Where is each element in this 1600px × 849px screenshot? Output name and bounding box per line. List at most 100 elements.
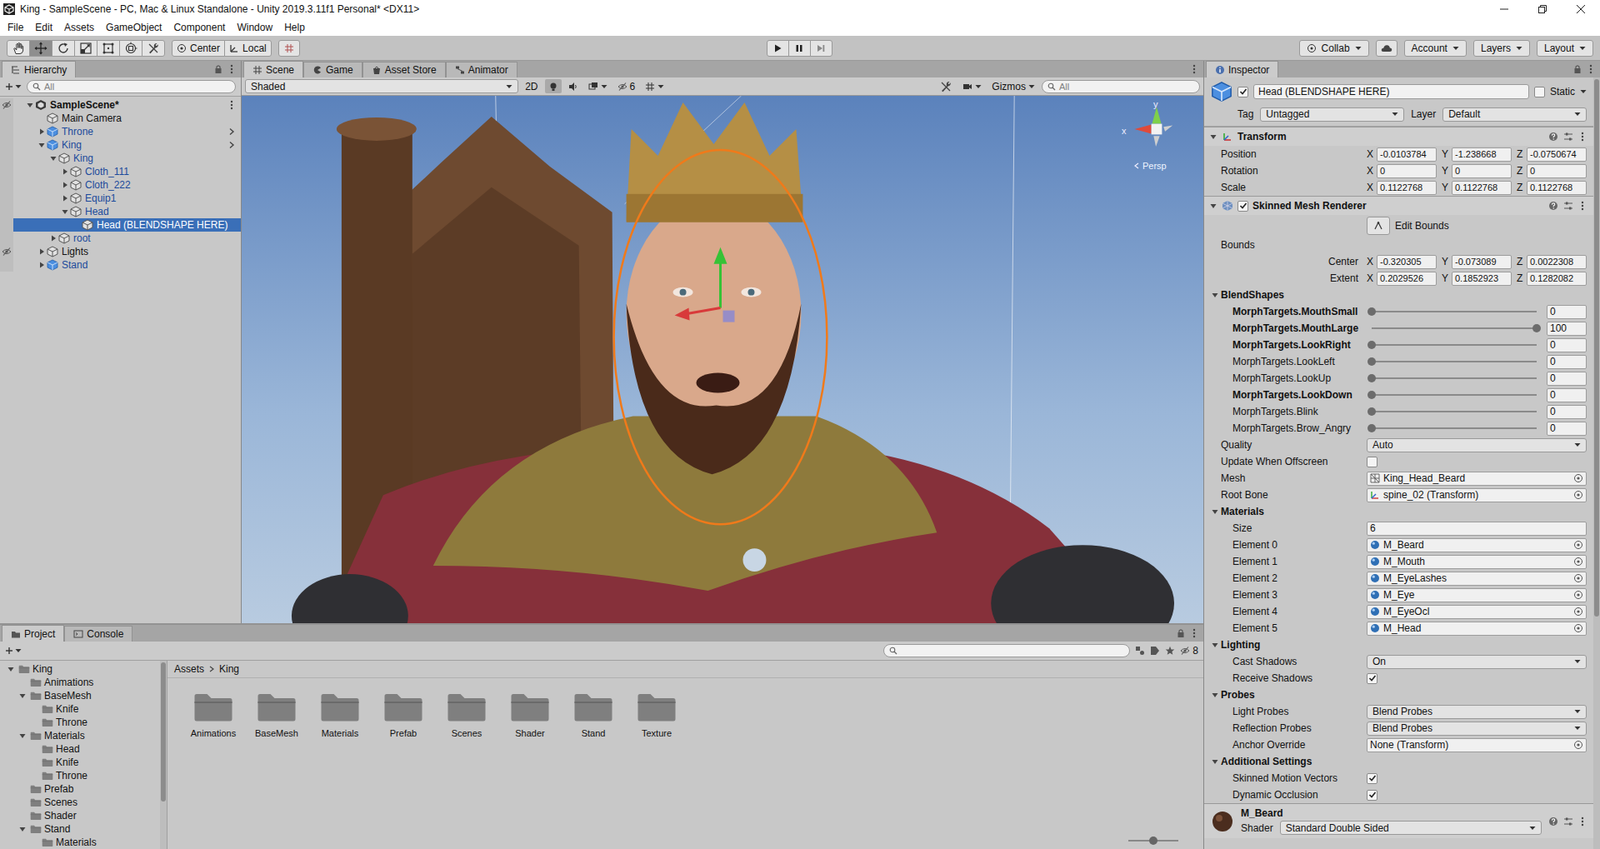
folder-asset[interactable]: Animations [185,690,241,739]
presets-icon[interactable] [1563,816,1574,827]
blendshape-slider[interactable] [1371,372,1537,385]
layer-dropdown[interactable]: Default [1442,107,1587,122]
expanded-arrow-icon[interactable] [49,154,58,163]
folder-asset[interactable]: Stand [565,690,621,739]
component-header[interactable]: Transform [1204,126,1594,146]
folder-tree-item[interactable]: Knife [0,702,160,716]
folder-asset[interactable]: Scenes [439,690,495,739]
visibility-toggle[interactable] [0,178,14,192]
restore-button[interactable] [1523,0,1562,19]
menu-icon[interactable] [1578,131,1587,142]
section-foldout[interactable]: Lighting [1204,636,1594,654]
slider-thumb[interactable] [1367,374,1376,383]
create-button[interactable] [5,645,22,656]
object-field[interactable]: None (Transform) [1366,738,1587,753]
camera-dropdown[interactable] [959,79,985,94]
visibility-toggle[interactable] [0,191,14,205]
hierarchy-item[interactable]: Throne [0,125,241,139]
hierarchy-item[interactable]: Cloth_222 [0,178,241,192]
folder-tree-item[interactable]: Throne [0,769,160,783]
object-field[interactable]: M_Beard [1366,538,1587,553]
menu-item[interactable]: Assets [58,21,100,34]
collapsed-arrow-icon[interactable] [60,194,70,203]
folder-asset[interactable]: BaseMesh [249,690,305,739]
shader-dropdown[interactable]: Standard Double Sided [1280,820,1542,835]
object-name-field[interactable]: Head (BLENDSHAPE HERE) [1253,84,1530,100]
number-field[interactable]: 0 [1546,355,1587,370]
menu-icon[interactable] [1578,200,1587,211]
collapsed-arrow-icon[interactable] [60,180,70,190]
expanded-arrow-icon[interactable] [1210,507,1220,516]
grid-dropdown[interactable] [641,79,668,94]
menu-item[interactable]: GameObject [100,21,168,34]
play-button[interactable] [766,40,790,57]
hidden-eye-icon[interactable] [1180,645,1190,656]
breadcrumb-item[interactable]: Assets [174,663,205,675]
folder-tree-item[interactable]: Prefab [0,782,160,796]
audio-toggle[interactable] [565,79,582,94]
expanded-arrow-icon[interactable] [1209,201,1218,210]
checkbox[interactable] [1366,773,1378,785]
layout-dropdown[interactable]: Layout [1536,40,1594,57]
orientation-gizmo[interactable]: y x Persp [1125,102,1189,183]
number-field[interactable]: 0.1122768 [1526,180,1587,195]
blendshape-slider[interactable] [1371,339,1537,351]
expanded-arrow-icon[interactable] [1210,640,1220,650]
object-picker-icon[interactable] [1573,490,1584,500]
tools-button[interactable] [935,79,956,94]
dropdown[interactable]: Blend Probes [1366,705,1587,720]
blendshape-slider[interactable] [1371,389,1537,401]
expanded-arrow-icon[interactable] [18,691,27,700]
project-panel-tab[interactable]: Console [64,625,133,642]
hierarchy-item[interactable]: root [0,231,241,245]
number-field[interactable]: 0 [1546,421,1587,436]
tool-button[interactable] [51,40,75,57]
menu-item[interactable]: Edit [29,21,59,34]
tool-button[interactable] [96,40,120,57]
folder-tree-item[interactable]: Materials [0,729,160,743]
favorite-icon[interactable] [1165,645,1175,656]
collapsed-arrow-icon[interactable] [37,260,46,270]
open-prefab-icon[interactable] [227,140,236,150]
project-search-field[interactable] [883,644,1130,658]
blendshape-slider[interactable] [1371,305,1537,318]
step-button[interactable] [810,40,833,57]
search-field[interactable]: All [26,80,236,94]
visibility-toggle[interactable] [0,258,14,272]
number-field[interactable]: 0 [1546,305,1587,320]
edit-bounds-button[interactable] [1366,216,1390,235]
help-icon[interactable] [1548,816,1559,827]
checkbox[interactable] [1534,86,1545,98]
expanded-arrow-icon[interactable] [1210,290,1220,300]
dropdown[interactable]: Blend Probes [1366,721,1587,736]
object-picker-icon[interactable] [1573,473,1584,484]
scrollbar-thumb[interactable] [160,662,166,802]
hidden-eye-icon[interactable] [617,81,628,92]
collapsed-arrow-icon[interactable] [37,247,46,256]
lock-icon[interactable] [214,64,223,75]
checkbox[interactable] [1366,673,1378,685]
hierarchy-item[interactable]: Head [0,205,241,219]
menu-icon[interactable] [227,64,236,75]
visibility-toggle[interactable] [0,231,14,245]
object-picker-icon[interactable] [1573,540,1584,550]
collapsed-arrow-icon[interactable] [60,167,70,176]
object-field[interactable]: M_Eye [1366,588,1587,603]
object-field[interactable]: King_Head_Beard [1366,471,1587,486]
scene-render[interactable] [241,95,1204,624]
open-prefab-icon[interactable] [227,126,236,137]
hierarchy-tab[interactable]: Hierarchy [1,60,76,78]
slider-thumb[interactable] [1532,324,1541,333]
object-picker-icon[interactable] [1573,740,1584,750]
number-field[interactable]: 0 [1546,371,1587,386]
project-panel-tab[interactable]: Project [1,625,65,642]
hierarchy-item[interactable]: Cloth_111 [0,165,241,179]
hidden-eye-icon[interactable] [1,100,12,110]
expanded-arrow-icon[interactable] [18,825,27,834]
number-field[interactable]: -0.073089 [1451,255,1512,270]
folder-tree-item[interactable]: Throne [0,715,160,730]
effects-dropdown[interactable] [585,79,611,94]
lock-icon[interactable] [1573,64,1582,75]
folder-tree-item[interactable]: Animations [0,675,160,690]
hidden-eye-icon[interactable] [1,246,12,257]
